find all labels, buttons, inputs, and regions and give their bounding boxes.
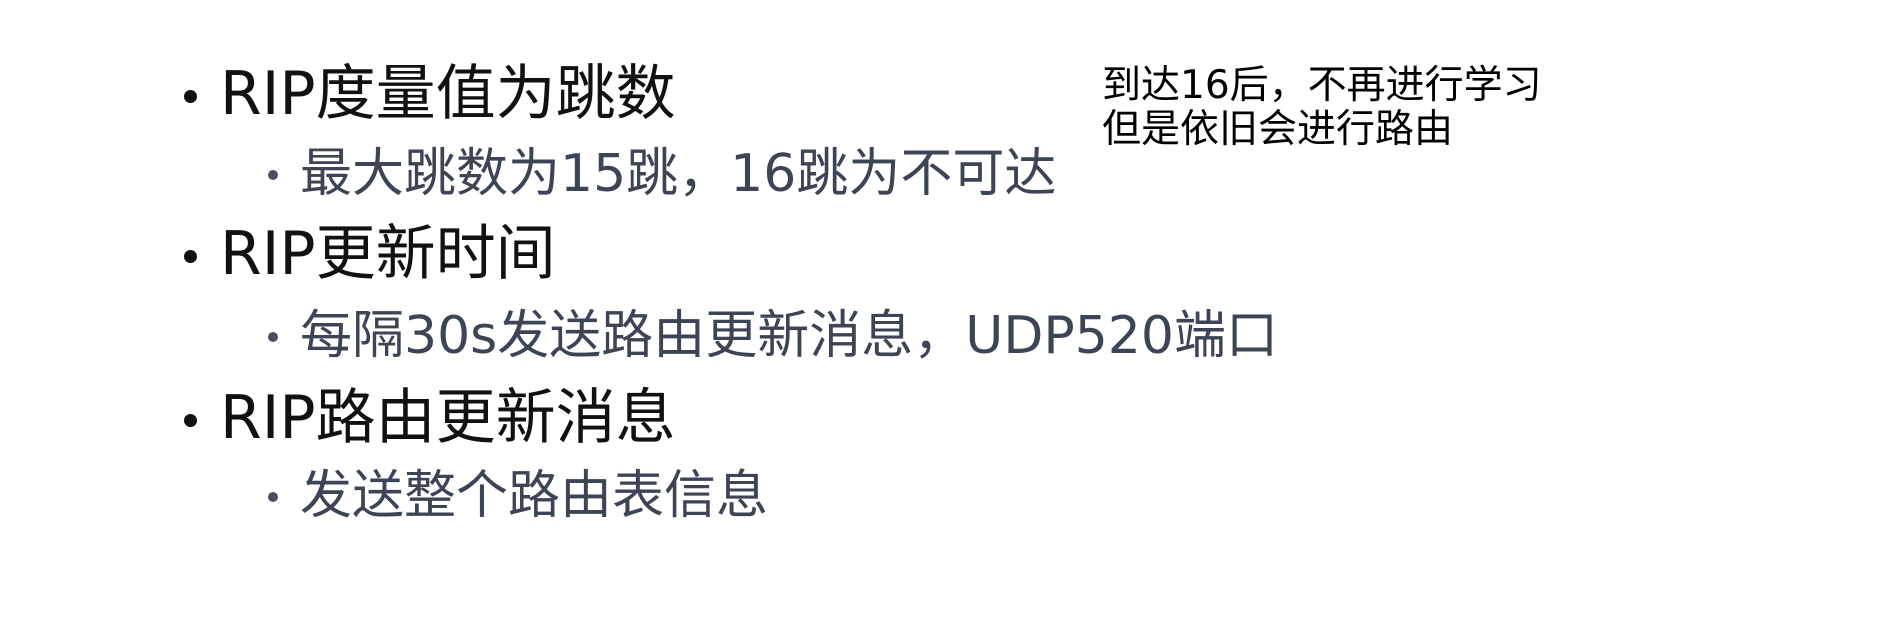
sub-bullet-item: 发送整个路由表信息 <box>268 470 768 522</box>
bullet-item: RIP更新时间 <box>184 224 556 284</box>
sub-bullet-text: 最大跳数为15跳，16跳为不可达 <box>300 144 1057 204</box>
bullet-text: RIP度量值为跳数 <box>220 59 676 129</box>
bullet-dot-icon <box>184 250 197 263</box>
bullet-dot-icon <box>268 170 278 180</box>
bullet-dot-icon <box>184 414 197 427</box>
bullet-dot-icon <box>268 492 278 502</box>
bullet-text: RIP更新时间 <box>220 219 556 289</box>
sub-bullet-text: 发送整个路由表信息 <box>300 466 769 526</box>
bullet-item: RIP路由更新消息 <box>184 388 676 448</box>
bullet-dot-icon <box>268 332 278 342</box>
annotation-line: 到达16后，不再进行学习 <box>1102 63 1542 108</box>
annotation-line: 但是依旧会进行路由 <box>1102 107 1454 152</box>
sub-bullet-item: 最大跳数为15跳，16跳为不可达 <box>268 148 1056 200</box>
bullet-text: RIP路由更新消息 <box>220 383 676 453</box>
sub-bullet-text: 每隔30s发送路由更新消息，UDP520端口 <box>300 306 1278 366</box>
bullet-item: RIP度量值为跳数 <box>184 64 676 124</box>
annotation-note: 到达16后，不再进行学习 但是依旧会进行路由 <box>1102 64 1542 152</box>
sub-bullet-item: 每隔30s发送路由更新消息，UDP520端口 <box>268 310 1278 362</box>
bullet-dot-icon <box>184 90 197 103</box>
